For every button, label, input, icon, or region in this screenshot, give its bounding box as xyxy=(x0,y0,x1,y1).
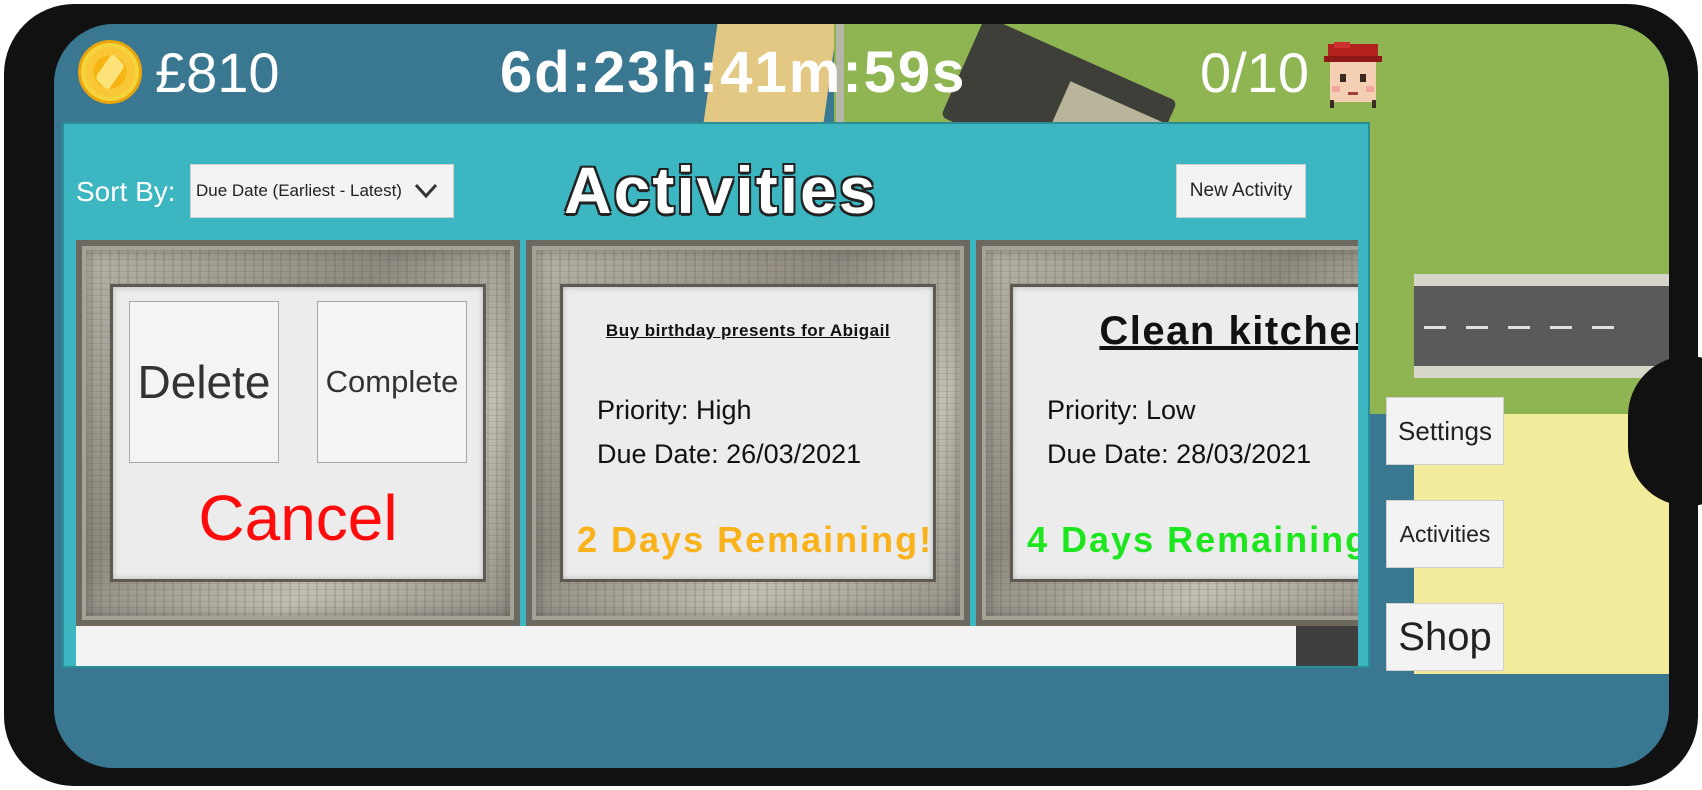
card-board: Buy birthday presents for Abigail Priori… xyxy=(560,284,936,582)
panel-title: Activities xyxy=(564,153,878,227)
activity-remaining: 2 Days Remaining! xyxy=(577,519,934,560)
shop-button[interactable]: Shop xyxy=(1386,603,1504,671)
cancel-button[interactable]: Cancel xyxy=(113,481,483,555)
activity-title: Clean kitchen xyxy=(1099,309,1358,353)
road-marking xyxy=(1592,326,1614,329)
chevron-down-icon xyxy=(414,183,438,199)
road-curb xyxy=(1414,366,1669,378)
road-marking xyxy=(1424,326,1446,329)
card-board: Clean kitchen Priority: Low Due Date: 28… xyxy=(1010,284,1358,582)
sort-dropdown[interactable]: Due Date (Earliest - Latest) xyxy=(190,164,454,218)
activity-title: Buy birthday presents for Abigail xyxy=(605,321,891,340)
coin-icon xyxy=(78,40,142,104)
sort-value: Due Date (Earliest - Latest) xyxy=(196,181,402,200)
activities-button[interactable]: Activities xyxy=(1386,500,1504,568)
road-marking xyxy=(1466,326,1488,329)
settings-button[interactable]: Settings xyxy=(1386,397,1504,465)
activity-cards-scroll[interactable]: Delete Complete Cancel Buy birthday pres… xyxy=(76,240,1358,626)
countdown-timer: 6d:23h:41m:59s xyxy=(500,40,967,105)
activities-panel: Sort By: Due Date (Earliest - Latest) Ac… xyxy=(62,122,1370,668)
staff-count: 0/10 xyxy=(1200,41,1309,104)
road xyxy=(1414,286,1669,366)
activity-priority: Priority: Low xyxy=(1047,395,1196,425)
activity-remaining: 4 Days Remaining xyxy=(1027,519,1358,560)
activity-priority: Priority: High xyxy=(597,395,752,425)
scrollbar-thumb[interactable] xyxy=(1296,626,1358,666)
complete-button[interactable]: Complete xyxy=(317,301,467,463)
road-curb xyxy=(1414,274,1669,286)
horizontal-scrollbar[interactable] xyxy=(76,626,1358,666)
activity-card[interactable]: Buy birthday presents for Abigail Priori… xyxy=(526,240,970,626)
sort-label: Sort By: xyxy=(76,176,176,207)
activity-action-card: Delete Complete Cancel xyxy=(76,240,520,626)
new-activity-button[interactable]: New Activity xyxy=(1176,164,1306,218)
activity-due-date: Due Date: 28/03/2021 xyxy=(1047,439,1312,469)
money-display: £810 xyxy=(155,41,280,104)
card-board: Delete Complete Cancel xyxy=(110,284,486,582)
delete-button[interactable]: Delete xyxy=(129,301,279,463)
road-marking xyxy=(1550,326,1572,329)
worker-avatar-icon[interactable] xyxy=(1320,42,1386,108)
activity-card[interactable]: Clean kitchen Priority: Low Due Date: 28… xyxy=(976,240,1358,626)
activity-due-date: Due Date: 26/03/2021 xyxy=(597,439,862,469)
road-marking xyxy=(1508,326,1530,329)
